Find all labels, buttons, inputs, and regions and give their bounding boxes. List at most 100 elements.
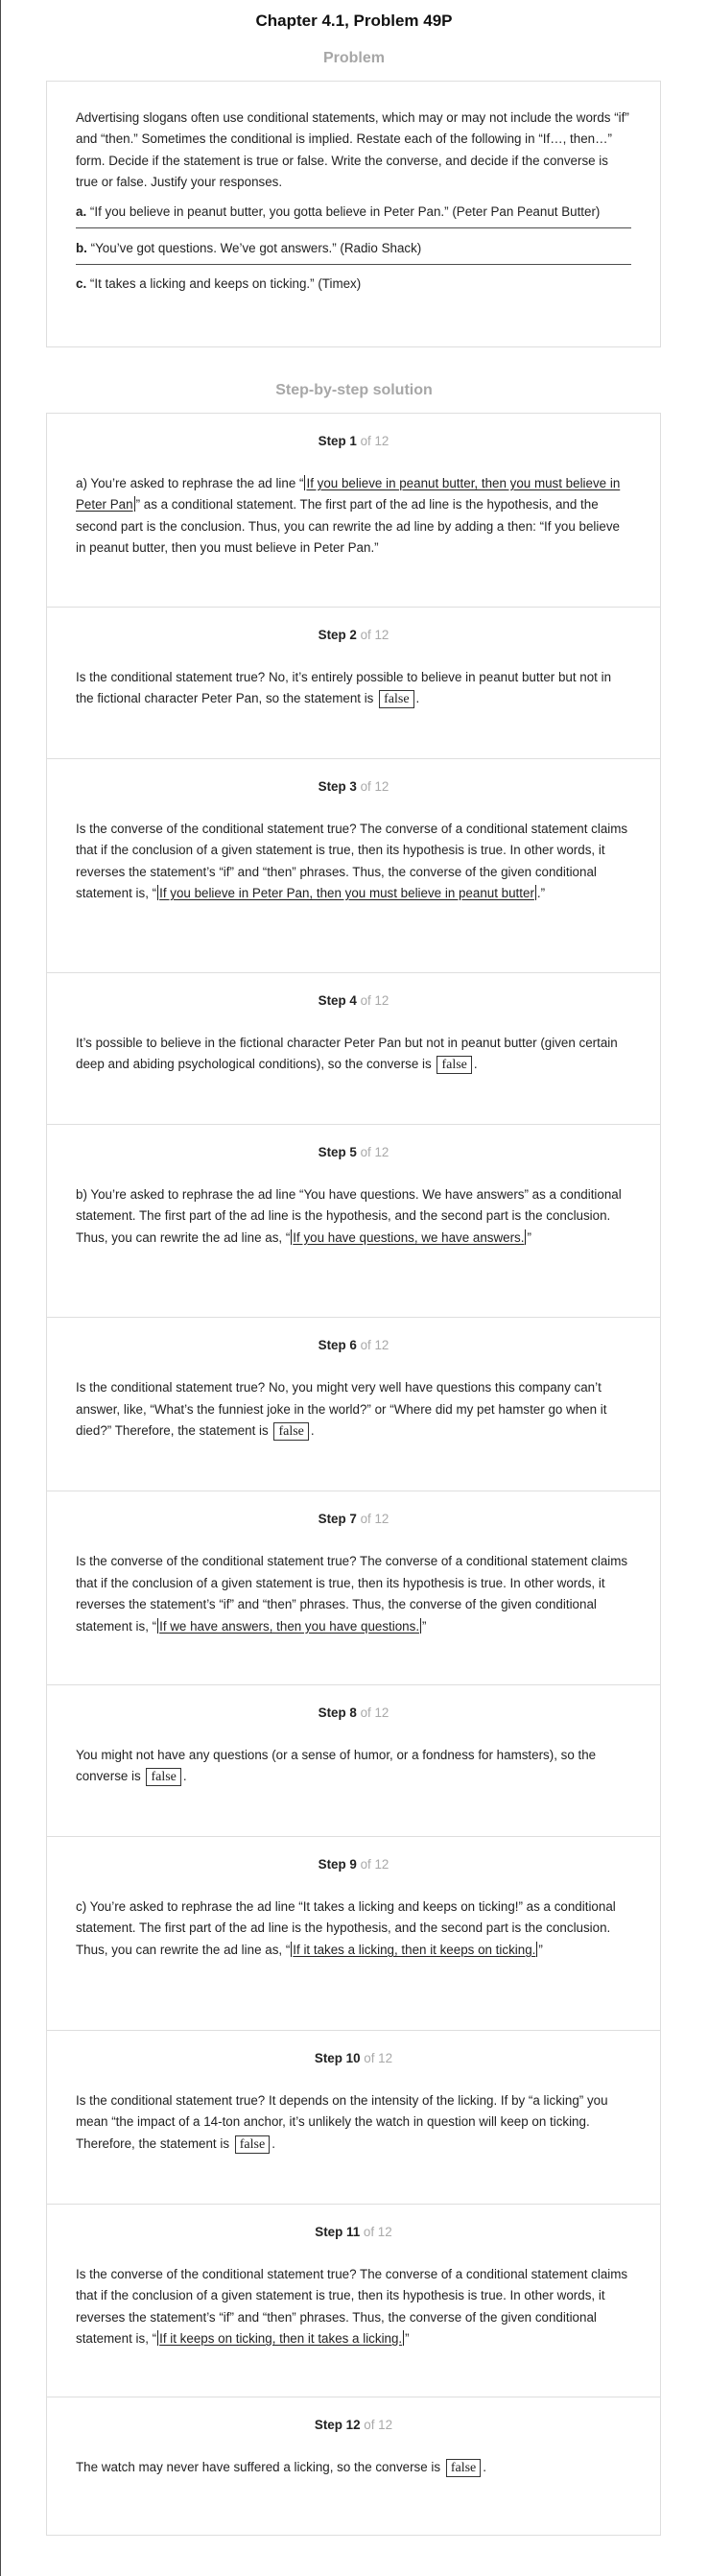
step-text-post: . [271,2135,275,2151]
step-text-pre: It’s possible to believe in the fictiona… [76,1035,618,1072]
answer-bracket [534,884,536,900]
step-header: Step 4 of 12 [76,973,631,1033]
boxed-answer: false [234,2135,271,2154]
step-label: Step 12 [314,2418,361,2433]
step-text: Is the converse of the conditional state… [76,819,631,905]
answer-bracket [420,1617,422,1634]
problem-part-a: a. “If you believe in peanut butter, you… [76,194,631,229]
boxed-answer: false [445,2459,482,2478]
step-10: Step 10 of 12 Is the conditional stateme… [47,2031,660,2205]
step-text: a) You’re asked to rephrase the ad line … [76,473,631,560]
solution-card: Step 1 of 12 a) You’re asked to rephrase… [46,413,661,2536]
step-label: Step 11 [315,2224,361,2239]
step-label: Step 7 [318,1512,357,1527]
step-6: Step 6 of 12 Is the conditional statemen… [47,1318,660,1492]
step-answer: If we have answers, then you have questi… [159,1618,420,1634]
step-text-pre: Is the conditional statement true? No, y… [76,1380,607,1439]
step-text-post: .” [536,885,546,900]
step-header: Step 6 of 12 [76,1318,631,1377]
step-label: Step 9 [318,1857,357,1872]
step-count: of 12 [360,778,389,794]
step-7: Step 7 of 12 Is the converse of the cond… [47,1491,660,1686]
part-text: “If you believe in peanut butter, you go… [89,203,601,219]
step-label: Step 6 [318,1338,357,1353]
step-text-post: ” as a conditional statement. The first … [76,497,620,556]
step-text-pre: a) You’re asked to rephrase the ad line … [76,476,304,490]
step-count: of 12 [364,2050,393,2065]
step-header: Step 9 of 12 [76,1837,631,1896]
step-count: of 12 [360,1338,389,1353]
step-label: Step 10 [314,2050,361,2065]
step-text: b) You’re asked to rephrase the ad line … [76,1184,631,1249]
solution-heading: Step-by-step solution [275,382,433,398]
step-answer: If it keeps on ticking, then it takes a … [159,2330,403,2346]
step-text: It’s possible to believe in the fictiona… [76,1033,631,1076]
step-1: Step 1 of 12 a) You’re asked to rephrase… [47,414,660,608]
page: Chapter 4.1, Problem 49P Problem Adverti… [0,0,708,2576]
step-count: of 12 [360,1512,389,1527]
step-count: of 12 [360,1857,389,1872]
step-text: Is the conditional statement true? It de… [76,2090,631,2155]
step-text: Is the converse of the conditional state… [76,2264,631,2350]
boxed-answer: false [379,690,414,709]
step-11: Step 11 of 12 Is the converse of the con… [47,2205,660,2398]
step-text-post: . [473,1057,478,1072]
step-header: Step 10 of 12 [76,2031,631,2090]
step-4: Step 4 of 12 It’s possible to believe in… [47,973,660,1125]
step-text-post: . [415,691,420,706]
step-label: Step 2 [318,627,357,642]
step-text: The watch may never have suffered a lick… [76,2457,631,2478]
problem-part-c: c. “It takes a licking and keeps on tick… [76,265,631,299]
step-3: Step 3 of 12 Is the converse of the cond… [47,759,660,973]
step-header: Step 11 of 12 [76,2205,631,2264]
step-text-post: ” [527,1229,531,1245]
page-title: Chapter 4.1, Problem 49P [255,12,453,30]
step-label: Step 8 [318,1705,357,1721]
step-8: Step 8 of 12 You might not have any ques… [47,1685,660,1838]
step-header: Step 3 of 12 [76,759,631,819]
step-text: Is the conditional statement true? No, y… [76,1377,631,1442]
step-header: Step 5 of 12 [76,1125,631,1184]
step-count: of 12 [360,1705,389,1721]
problem-heading: Problem [322,50,385,66]
part-label: c. [76,276,87,292]
answer-bracket [403,2329,405,2346]
step-header: Step 2 of 12 [76,608,631,667]
answer-bracket [157,884,159,900]
part-label: b. [76,241,87,256]
step-count: of 12 [363,2224,392,2239]
step-text: You might not have any questions (or a s… [76,1745,631,1788]
step-text-pre: The watch may never have suffered a lick… [76,2460,444,2475]
step-text: Is the converse of the conditional state… [76,1551,631,1637]
answer-bracket [133,496,135,513]
step-answer: If it takes a licking, then it keeps on … [293,1942,536,1957]
step-label: Step 1 [318,434,357,448]
step-12: Step 12 of 12 The watch may never have s… [47,2397,660,2532]
step-text-pre: Is the conditional statement true? No, i… [76,669,612,706]
answer-bracket [157,2329,159,2346]
step-text-post: ” [538,1942,543,1957]
problem-intro: Advertising slogans often use conditiona… [76,110,629,190]
part-label: a. [76,203,87,219]
step-text-post: ” [422,1618,427,1634]
step-count: of 12 [364,2418,393,2433]
step-header: Step 7 of 12 [76,1491,631,1551]
left-edge-divider [0,0,1,2576]
step-text-post: ” [405,2330,410,2346]
step-text: c) You’re asked to rephrase the ad line … [76,1896,631,1961]
boxed-answer: false [273,1422,309,1442]
step-answer: If you have questions, we have answers. [293,1229,525,1245]
step-count: of 12 [360,992,389,1008]
step-5: Step 5 of 12 b) You’re asked to rephrase… [47,1125,660,1319]
step-answer: If you believe in Peter Pan, then you mu… [159,885,534,900]
problem-card: Advertising slogans often use conditiona… [46,81,661,347]
step-count: of 12 [360,434,389,448]
part-text: “It takes a licking and keeps on ticking… [89,276,362,292]
step-text-post: . [182,1769,187,1784]
step-label: Step 3 [318,778,357,794]
step-label: Step 5 [318,1144,357,1159]
step-text-pre: Is the conditional statement true? It de… [76,2092,608,2151]
step-9: Step 9 of 12 c) You’re asked to rephrase… [47,1837,660,2031]
step-label: Step 4 [318,992,357,1008]
step-header: Step 1 of 12 [76,414,631,473]
